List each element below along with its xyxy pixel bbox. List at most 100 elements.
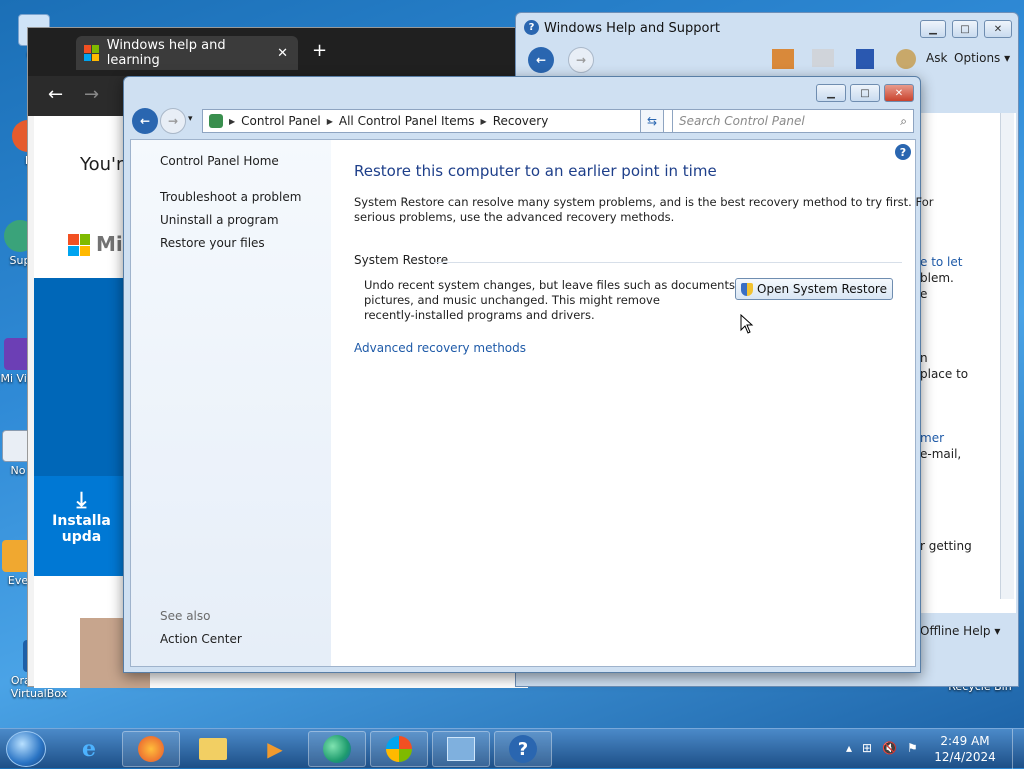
search-box[interactable]: Search Control Panel ⌕ — [672, 109, 914, 133]
start-button[interactable] — [6, 731, 46, 767]
options-label: Options — [954, 51, 1001, 65]
taskbar-internet-explorer[interactable]: e — [60, 731, 118, 767]
show-hidden-icons-icon[interactable]: ▴ — [846, 741, 852, 755]
help-text-fragment: blem. — [920, 271, 954, 285]
taskbar-edge[interactable] — [308, 731, 366, 767]
taskbar-control-panel[interactable] — [432, 731, 490, 767]
control-panel-window[interactable]: ▁ □ ✕ ← → ▾ ▶ Control Panel ▶ All Contro… — [123, 76, 933, 673]
breadcrumb-separator-icon: ▶ — [229, 116, 236, 126]
clock-time: 2:49 AM — [940, 734, 990, 748]
show-desktop-button[interactable] — [1012, 729, 1024, 769]
taskbar-help[interactable]: ? — [494, 731, 552, 767]
browse-help-icon[interactable] — [856, 49, 874, 69]
breadcrumb-item[interactable]: Control Panel — [241, 114, 321, 128]
internet-explorer-icon: e — [82, 736, 96, 762]
edge-tab[interactable]: Windows help and learning ✕ — [76, 36, 298, 70]
download-icon: ⤓ — [76, 488, 87, 513]
clock[interactable]: 2:49 AM 12/4/2024 — [930, 733, 1000, 765]
maximize-button[interactable]: □ — [850, 84, 880, 102]
forward-arrow-icon[interactable]: → — [84, 84, 99, 105]
close-button[interactable]: ✕ — [984, 20, 1012, 38]
breadcrumb-item[interactable]: Recovery — [493, 114, 549, 128]
sidebar: Control Panel Home Troubleshoot a proble… — [131, 140, 331, 666]
help-text-fragment[interactable]: e to let — [920, 255, 962, 269]
back-button-icon[interactable]: ← — [132, 108, 158, 134]
see-also-heading: See also — [160, 609, 211, 623]
sidebar-item-troubleshoot[interactable]: Troubleshoot a problem — [160, 190, 301, 204]
sidebar-item-restore-files[interactable]: Restore your files — [160, 236, 265, 250]
install-updates-label: Installa upda — [52, 513, 111, 545]
network-icon[interactable]: ⊞ — [862, 741, 872, 755]
edge-heading-fragment: You'r — [80, 154, 124, 175]
clock-date: 12/4/2024 — [934, 750, 996, 764]
microsoft-logo-icon — [84, 45, 99, 61]
chevron-down-icon: ▾ — [994, 624, 1001, 638]
search-icon[interactable]: ⌕ — [900, 114, 907, 129]
search-placeholder: Search Control Panel — [679, 114, 805, 128]
refresh-button[interactable]: ⇆ — [640, 109, 664, 133]
taskbar: e ▶ ? ▴ ⊞ 🔇 ⚑ 2:49 AM 12/4/2024 — [0, 728, 1024, 769]
sidebar-item-control-panel-home[interactable]: Control Panel Home — [160, 154, 279, 168]
back-arrow-icon[interactable]: ← — [48, 84, 63, 105]
open-system-restore-button[interactable]: Open System Restore — [735, 278, 893, 300]
options-menu[interactable]: Options ▾ — [954, 51, 1010, 65]
help-scrollbar[interactable] — [1000, 113, 1014, 599]
system-tray: ▴ ⊞ 🔇 ⚑ — [846, 741, 918, 755]
volume-muted-icon[interactable]: 🔇 — [882, 741, 897, 755]
help-home-icon[interactable] — [772, 49, 794, 69]
minimize-button[interactable]: ▁ — [920, 20, 946, 38]
main-content: ? Restore this computer to an earlier po… — [331, 140, 933, 666]
edge-icon — [323, 735, 351, 763]
new-tab-icon[interactable]: + — [312, 40, 327, 61]
edge-blue-banner — [34, 278, 129, 478]
microsoft-logo-icon — [68, 234, 90, 256]
taskbar-firefox[interactable] — [122, 731, 180, 767]
media-player-icon: ▶ — [267, 737, 283, 761]
control-panel-icon — [447, 737, 475, 761]
help-text-fragment: e — [920, 287, 928, 301]
close-button[interactable]: ✕ — [884, 84, 914, 102]
section-description-line: recently-installed programs and drivers. — [364, 308, 595, 322]
offline-help-menu[interactable]: Offline Help ▾ — [920, 624, 1000, 638]
sidebar-item-action-center[interactable]: Action Center — [160, 632, 242, 646]
sidebar-item-uninstall[interactable]: Uninstall a program — [160, 213, 279, 227]
breadcrumb-separator-icon: ▶ — [326, 116, 333, 126]
minimize-button[interactable]: ▁ — [816, 84, 846, 102]
ask-icon[interactable] — [896, 49, 916, 69]
taskbar-file-explorer[interactable] — [184, 731, 242, 767]
desktop-icon-label: Eve — [7, 574, 29, 587]
help-icon: ? — [509, 735, 537, 763]
edge-install-updates-tile[interactable]: ⤓ Installa upda — [34, 476, 129, 576]
navigation-bar: ← → ▾ ▶ Control Panel ▶ All Control Pane… — [130, 107, 916, 137]
offline-help-label: Offline Help — [920, 624, 991, 638]
intro-text-line: System Restore can resolve many system p… — [354, 195, 934, 209]
control-panel-icon — [209, 114, 223, 128]
refresh-icon: ⇆ — [646, 114, 658, 128]
help-icon[interactable]: ? — [895, 144, 911, 160]
help-text-fragment: n — [920, 351, 928, 365]
taskbar-windows-update[interactable] — [370, 731, 428, 767]
recent-pages-dropdown-icon[interactable]: ▾ — [188, 114, 193, 124]
shield-icon — [741, 282, 754, 296]
chevron-down-icon: ▾ — [1004, 51, 1011, 65]
open-system-restore-label: Open System Restore — [757, 282, 887, 296]
section-description-line: pictures, and music unchanged. This migh… — [364, 293, 660, 307]
ask-label[interactable]: Ask — [926, 51, 947, 65]
intro-text-line: serious problems, use the advanced recov… — [354, 210, 675, 224]
action-center-flag-icon[interactable]: ⚑ — [907, 741, 918, 755]
print-icon[interactable] — [812, 49, 834, 67]
help-text-fragment: e-mail, — [920, 447, 962, 461]
help-text-fragment[interactable]: mer — [920, 431, 944, 445]
section-description-line: Undo recent system changes, but leave fi… — [364, 278, 739, 292]
mouse-cursor-icon — [740, 314, 754, 334]
forward-button-icon[interactable]: → — [160, 108, 186, 134]
maximize-button[interactable]: □ — [952, 20, 978, 38]
forward-button-icon[interactable]: → — [568, 47, 594, 73]
close-tab-icon[interactable]: ✕ — [277, 46, 288, 61]
help-text-fragment: place to — [920, 367, 969, 381]
address-bar[interactable]: ▶ Control Panel ▶ All Control Panel Item… — [202, 109, 712, 133]
back-button-icon[interactable]: ← — [528, 47, 554, 73]
breadcrumb-item[interactable]: All Control Panel Items — [339, 114, 475, 128]
taskbar-media-player[interactable]: ▶ — [246, 731, 304, 767]
advanced-recovery-link[interactable]: Advanced recovery methods — [354, 341, 526, 356]
